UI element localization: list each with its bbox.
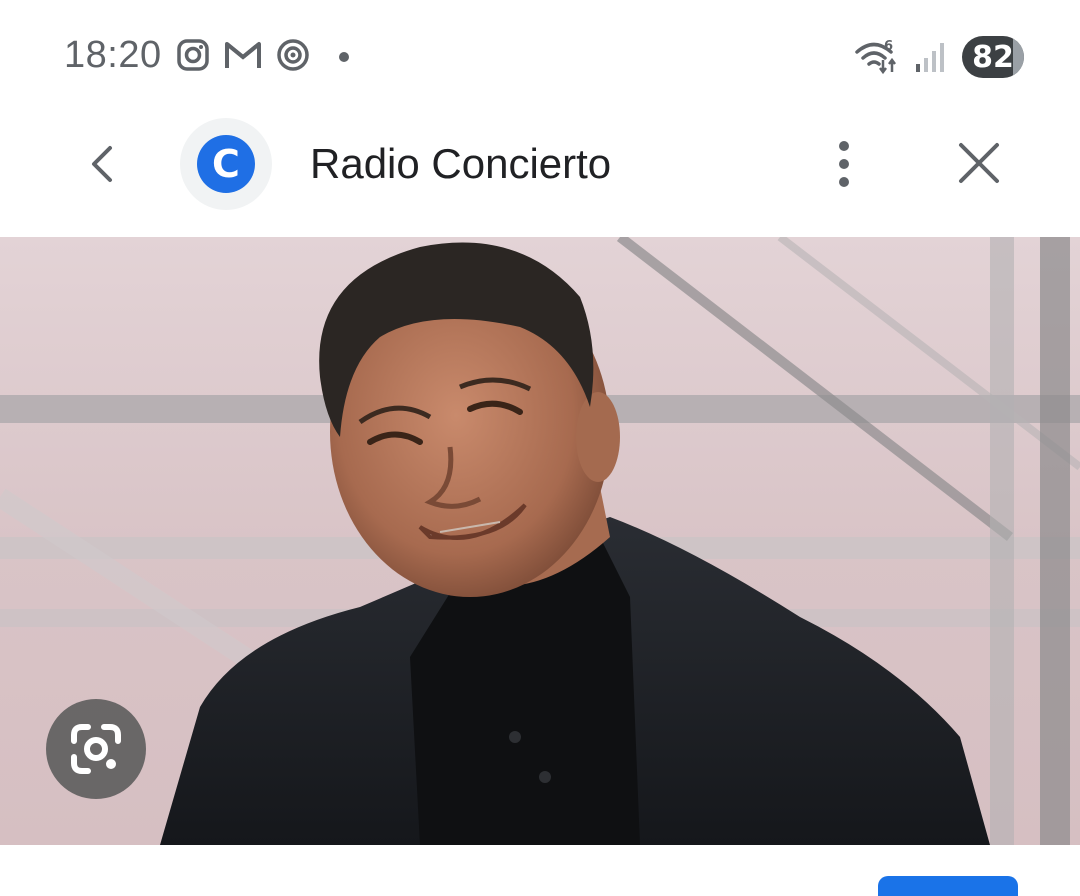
google-lens-button[interactable] — [46, 699, 146, 799]
instagram-icon — [177, 39, 209, 71]
wifi-6-icon: 6 — [855, 39, 896, 75]
status-time: 18:20 — [64, 34, 162, 76]
site-favicon: C — [197, 135, 255, 193]
more-dot-icon — [339, 52, 349, 62]
svg-text:6: 6 — [884, 39, 893, 54]
signal-weak-icon — [916, 43, 944, 72]
floating-action-peek[interactable] — [878, 876, 1018, 896]
close-icon — [959, 143, 999, 183]
more-vert-icon — [839, 141, 849, 187]
battery-level-text: 82 — [972, 39, 1014, 75]
custom-tab-header: C Radio Concierto — [0, 110, 1080, 236]
status-right-group: 6 82 — [854, 36, 1024, 78]
threads-icon — [277, 39, 309, 71]
status-bar: 18:20 6 82 — [0, 0, 1080, 110]
notification-icons — [176, 38, 358, 72]
more-options-button[interactable] — [818, 138, 870, 194]
chevron-left-icon — [92, 146, 112, 182]
close-button[interactable] — [952, 140, 1006, 188]
hero-photo — [0, 237, 1080, 845]
gmail-icon — [225, 42, 261, 68]
site-title: Radio Concierto — [310, 140, 612, 187]
back-button[interactable] — [76, 138, 128, 190]
site-favicon-container[interactable]: C — [180, 118, 272, 210]
battery-indicator: 82 — [962, 36, 1024, 78]
google-lens-icon — [71, 724, 121, 774]
article-hero-image — [0, 237, 1080, 845]
